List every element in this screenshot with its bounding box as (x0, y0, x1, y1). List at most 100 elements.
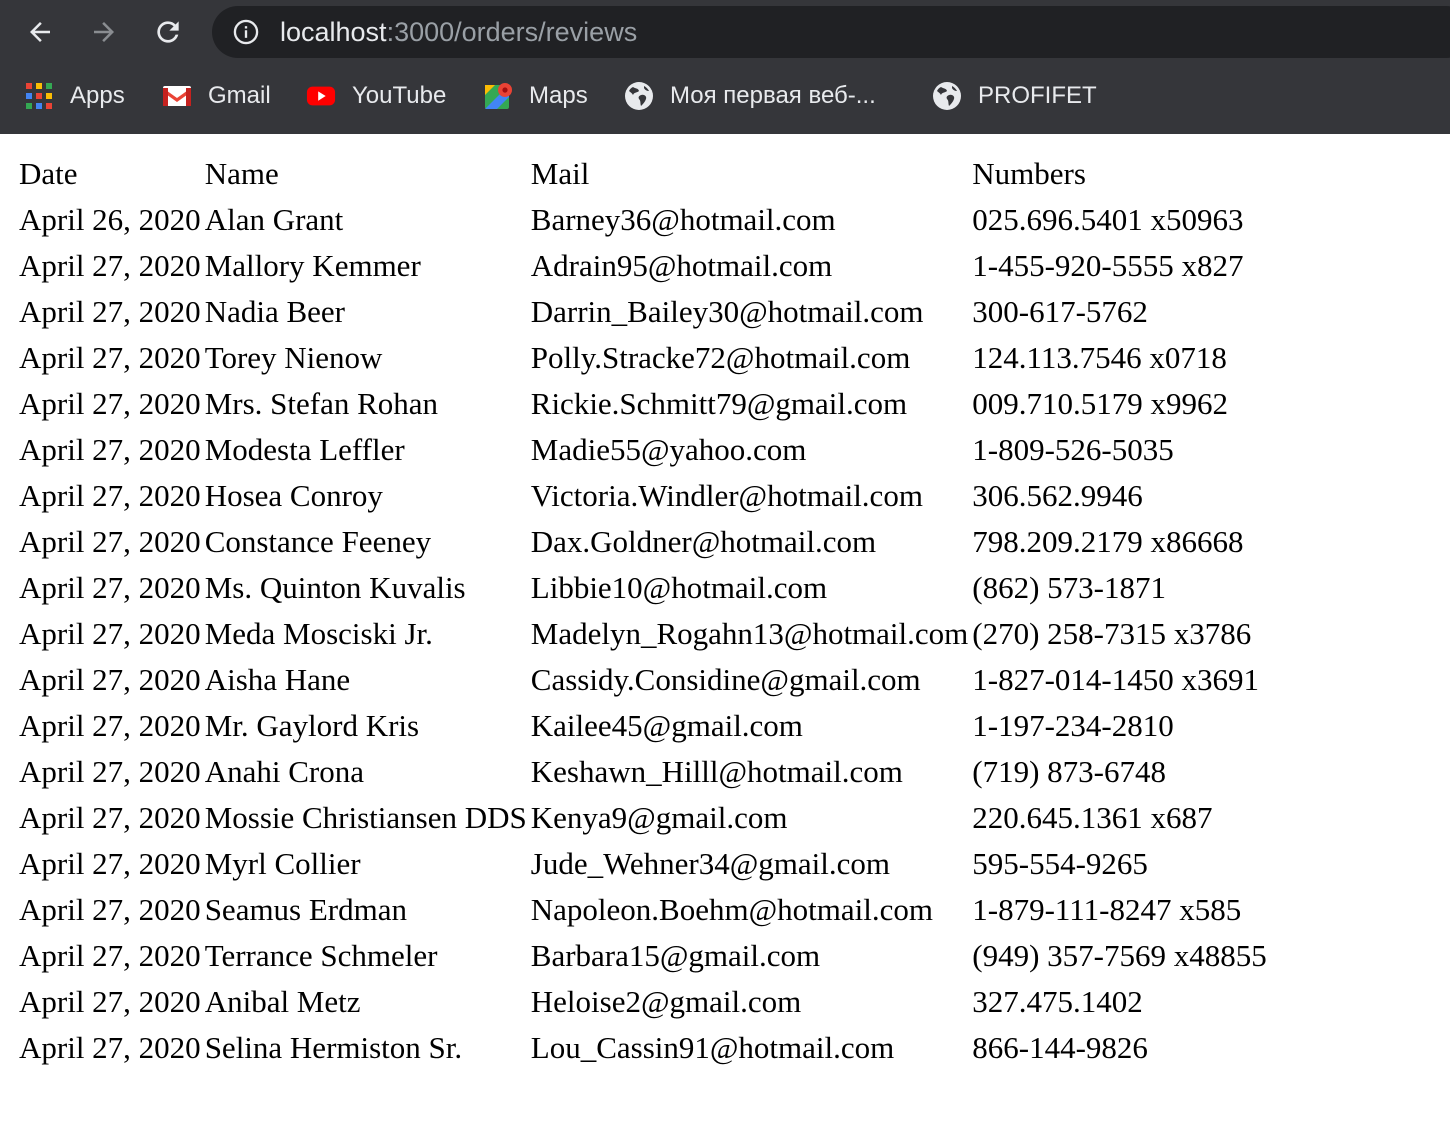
name-cell: Aisha Hane (204, 662, 351, 697)
name-cell: Mossie Christiansen DDS (204, 800, 527, 835)
maps-icon (483, 81, 513, 111)
mail-cell: Napoleon.Boehm@hotmail.com (530, 892, 933, 927)
page-content: Date Name Mail Numbers April 26, 2020 Ala… (16, 150, 1270, 1072)
arrow-left-icon (30, 22, 50, 42)
bookmark-label: Моя первая веб-... (670, 82, 876, 109)
bookmark-gmail[interactable]: Gmail (162, 78, 271, 114)
mail-cell: Libbie10@hotmail.com (530, 570, 828, 605)
numbers-cell: (270) 258-7315 x3786 (972, 616, 1252, 651)
name-cell: Ms. Quinton Kuvalis (204, 570, 466, 605)
mail-cell: Victoria.Windler@hotmail.com (530, 478, 923, 513)
date-cell: April 27, 2020 (19, 570, 201, 605)
numbers-cell: 1-197-234-2810 (972, 708, 1174, 743)
date-cell: April 26, 2020 (19, 202, 201, 237)
mail-cell: Polly.Stracke72@hotmail.com (530, 340, 911, 375)
reload-button[interactable] (148, 12, 188, 52)
numbers-cell: (949) 357-7569 x48855 (972, 938, 1267, 973)
browser-chrome: localhost:3000/orders/reviews Apps Gmail… (0, 0, 1450, 134)
numbers-cell: (719) 873-6748 (972, 754, 1167, 789)
table-row: April 27, 2020 Modesta Leffler Madie55@yah… (18, 428, 1268, 472)
numbers-cell: 300-617-5762 (972, 294, 1148, 329)
info-icon[interactable] (232, 18, 260, 46)
table-row: April 27, 2020 Anahi Crona Keshawn_Hilll@h… (18, 750, 1268, 794)
bookmark-label: Maps (529, 82, 588, 109)
mail-cell: Keshawn_Hilll@hotmail.com (530, 754, 903, 789)
name-cell: Nadia Beer (204, 294, 345, 329)
table-row: April 27, 2020 Ms. Quinton Kuvalis Libbie1… (18, 566, 1268, 610)
mail-cell: Jude_Wehner34@gmail.com (530, 846, 890, 881)
bookmark-label: Apps (70, 82, 125, 109)
gmail-icon (162, 81, 192, 111)
mail-cell: Rickie.Schmitt79@gmail.com (530, 386, 908, 421)
numbers-cell: (862) 573-1871 (972, 570, 1167, 605)
name-cell: Mallory Kemmer (204, 248, 421, 283)
name-cell: Seamus Erdman (204, 892, 408, 927)
youtube-icon (306, 81, 336, 111)
name-cell: Selina Hermiston Sr. (204, 1030, 463, 1065)
mail-cell: Adrain95@hotmail.com (530, 248, 833, 283)
column-header-date: Date (19, 156, 78, 191)
url-path: :3000/orders/reviews (386, 17, 638, 47)
url-text[interactable]: localhost:3000/orders/reviews (280, 16, 637, 48)
numbers-cell: 220.645.1361 x687 (972, 800, 1213, 835)
mail-cell: Madelyn_Rogahn13@hotmail.com (530, 616, 969, 651)
name-cell: Meda Mosciski Jr. (204, 616, 433, 651)
bookmark-label: PROFIFET (978, 82, 1097, 109)
bookmark-youtube[interactable]: YouTube (306, 78, 446, 114)
bookmark-profifet[interactable]: PROFIFET (932, 78, 1097, 114)
address-bar[interactable]: localhost:3000/orders/reviews (212, 6, 1450, 58)
name-cell: Constance Feeney (204, 524, 432, 559)
name-cell: Myrl Collier (204, 846, 361, 881)
name-cell: Torey Nienow (204, 340, 383, 375)
date-cell: April 27, 2020 (19, 616, 201, 651)
table-row: April 27, 2020 Seamus Erdman Napoleon.Boeh… (18, 888, 1268, 932)
date-cell: April 27, 2020 (19, 800, 201, 835)
back-button[interactable] (20, 12, 60, 52)
bookmark-moya-pervaya[interactable]: Моя первая веб-... (624, 78, 876, 114)
numbers-cell: 009.710.5179 x9962 (972, 386, 1229, 421)
numbers-cell: 327.475.1402 (972, 984, 1143, 1019)
date-cell: April 27, 2020 (19, 846, 201, 881)
bookmark-label: Gmail (208, 82, 271, 109)
url-host: localhost (280, 17, 387, 47)
table-row: April 27, 2020 Mr. Gaylord Kris Kailee45@g… (18, 704, 1268, 748)
reviews-table: Date Name Mail Numbers April 26, 2020 Ala… (16, 150, 1270, 1072)
date-cell: April 27, 2020 (19, 294, 201, 329)
bookmark-maps[interactable]: Maps (483, 78, 588, 114)
table-body: April 26, 2020 Alan Grant Barney36@hotmail… (18, 198, 1268, 1070)
date-cell: April 27, 2020 (19, 248, 201, 283)
name-cell: Terrance Schmeler (204, 938, 438, 973)
numbers-cell: 025.696.5401 x50963 (972, 202, 1244, 237)
bookmarks-bar: Apps Gmail YouTube Maps Моя первая веб-.… (0, 64, 1450, 134)
globe-icon (932, 81, 962, 111)
mail-cell: Barbara15@gmail.com (530, 938, 821, 973)
table-header-row: Date Name Mail Numbers (18, 152, 1268, 196)
table-row: April 27, 2020 Mrs. Stefan Rohan Rickie.Sc… (18, 382, 1268, 426)
table-row: April 26, 2020 Alan Grant Barney36@hotmail… (18, 198, 1268, 242)
mail-cell: Lou_Cassin91@hotmail.com (530, 1030, 895, 1065)
column-header-numbers: Numbers (972, 156, 1086, 191)
numbers-cell: 1-879-111-8247 x585 (972, 892, 1242, 927)
reload-icon (157, 21, 179, 43)
name-cell: Mr. Gaylord Kris (204, 708, 420, 743)
table-row: April 27, 2020 Myrl Collier Jude_Wehner34@… (18, 842, 1268, 886)
mail-cell: Dax.Goldner@hotmail.com (530, 524, 877, 559)
date-cell: April 27, 2020 (19, 938, 201, 973)
forward-button[interactable] (84, 12, 124, 52)
numbers-cell: 306.562.9946 (972, 478, 1143, 513)
table-row: April 27, 2020 Anibal Metz Heloise2@gmail.… (18, 980, 1268, 1024)
table-row: April 27, 2020 Mossie Christiansen DDS Ken… (18, 796, 1268, 840)
date-cell: April 27, 2020 (19, 524, 201, 559)
bookmark-apps[interactable]: Apps (24, 78, 125, 114)
table-row: April 27, 2020 Torey Nienow Polly.Stracke7… (18, 336, 1268, 380)
column-header-name: Name (204, 156, 279, 191)
date-cell: April 27, 2020 (19, 662, 201, 697)
table-row: April 27, 2020 Aisha Hane Cassidy.Considin… (18, 658, 1268, 702)
globe-icon (624, 81, 654, 111)
name-cell: Mrs. Stefan Rohan (204, 386, 439, 421)
numbers-cell: 1-827-014-1450 x3691 (972, 662, 1260, 697)
numbers-cell: 798.209.2179 x86668 (972, 524, 1244, 559)
mail-cell: Madie55@yahoo.com (530, 432, 807, 467)
date-cell: April 27, 2020 (19, 984, 201, 1019)
numbers-cell: 1-455-920-5555 x827 (972, 248, 1244, 283)
